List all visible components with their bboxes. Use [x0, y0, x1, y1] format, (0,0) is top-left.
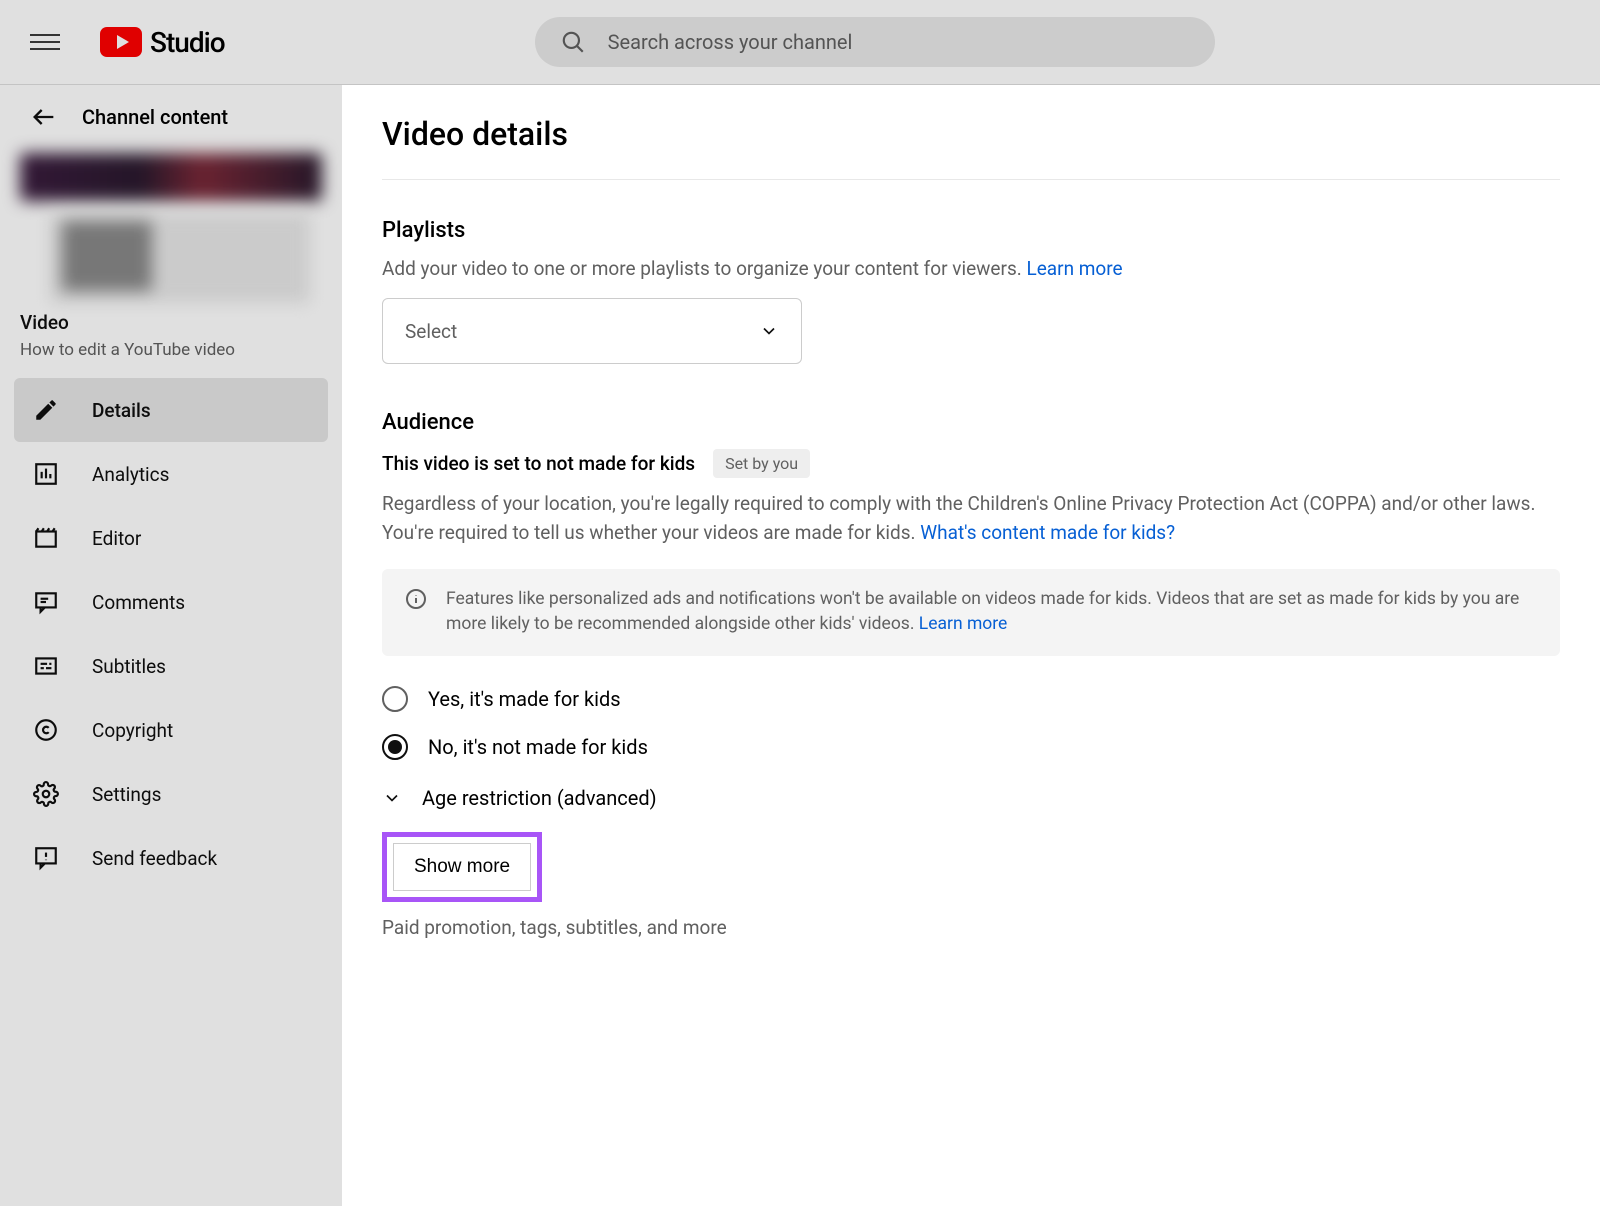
info-icon	[404, 587, 428, 611]
audience-status: This video is set to not made for kids	[382, 452, 695, 475]
sidebar-item-label: Settings	[92, 783, 161, 806]
youtube-play-icon	[100, 27, 142, 57]
sidebar-item-label: Subtitles	[92, 655, 166, 678]
info-learn-link[interactable]: Learn more	[919, 614, 1008, 634]
channel-banner-blur	[20, 153, 322, 201]
page-title: Video details	[382, 115, 1560, 180]
playlists-desc: Add your video to one or more playlists …	[382, 257, 1560, 280]
back-row[interactable]: Channel content	[0, 103, 342, 153]
sidebar-nav: Details Analytics Editor Comments Subtit…	[0, 378, 342, 890]
sidebar-item-label: Send feedback	[92, 847, 217, 870]
audience-desc: Regardless of your location, you're lega…	[382, 490, 1560, 547]
playlists-select[interactable]: Select	[382, 298, 802, 364]
sidebar-item-label: Analytics	[92, 463, 169, 486]
sidebar-item-analytics[interactable]: Analytics	[0, 442, 342, 506]
search-input[interactable]: Search across your channel	[535, 17, 1215, 67]
header: Studio Search across your channel	[0, 0, 1600, 85]
radio-yes-kids[interactable]: Yes, it's made for kids	[382, 686, 1560, 712]
sidebar-item-feedback[interactable]: Send feedback	[0, 826, 342, 890]
radio-no-kids[interactable]: No, it's not made for kids	[382, 734, 1560, 760]
sidebar-item-label: Comments	[92, 591, 185, 614]
age-restriction-label: Age restriction (advanced)	[422, 786, 657, 810]
comments-icon	[30, 586, 62, 618]
playlists-learn-link[interactable]: Learn more	[1026, 257, 1122, 280]
sidebar-item-copyright[interactable]: Copyright	[0, 698, 342, 762]
chevron-down-icon	[759, 321, 779, 341]
radio-label: Yes, it's made for kids	[428, 687, 621, 711]
select-label: Select	[405, 320, 457, 343]
set-by-you-badge: Set by you	[713, 449, 810, 478]
sidebar-item-details[interactable]: Details	[14, 378, 328, 442]
gear-icon	[30, 778, 62, 810]
video-your-label: Video	[20, 311, 322, 334]
age-restriction-toggle[interactable]: Age restriction (advanced)	[382, 786, 1560, 810]
audience-kids-link[interactable]: What's content made for kids?	[920, 521, 1175, 544]
radio-icon	[382, 686, 408, 712]
search-placeholder: Search across your channel	[608, 30, 853, 54]
audience-info-box: Features like personalized ads and notif…	[382, 569, 1560, 656]
audience-header: Audience	[382, 410, 1560, 435]
sidebar: Channel content Video How to edit a YouT…	[0, 85, 342, 1206]
back-arrow-icon	[30, 103, 58, 131]
sidebar-item-label: Copyright	[92, 719, 173, 742]
subtitles-icon	[30, 650, 62, 682]
playlists-header: Playlists	[382, 218, 1560, 243]
main-content: Video details Playlists Add your video t…	[342, 85, 1600, 1206]
copyright-icon	[30, 714, 62, 746]
show-more-highlight: Show more	[382, 832, 542, 902]
pencil-icon	[30, 394, 62, 426]
sidebar-item-subtitles[interactable]: Subtitles	[0, 634, 342, 698]
search-icon	[560, 29, 586, 55]
radio-label: No, it's not made for kids	[428, 735, 648, 759]
studio-logo[interactable]: Studio	[100, 26, 225, 59]
chevron-down-icon	[382, 788, 402, 808]
menu-button[interactable]	[30, 27, 60, 57]
sidebar-item-label: Details	[92, 399, 151, 422]
sidebar-item-settings[interactable]: Settings	[0, 762, 342, 826]
show-more-button[interactable]: Show more	[393, 843, 531, 891]
show-more-subtitle: Paid promotion, tags, subtitles, and mor…	[382, 916, 1560, 939]
sidebar-item-comments[interactable]: Comments	[0, 570, 342, 634]
analytics-icon	[30, 458, 62, 490]
editor-icon	[30, 522, 62, 554]
back-title: Channel content	[82, 105, 228, 129]
sidebar-item-label: Editor	[92, 527, 141, 550]
video-title: How to edit a YouTube video	[20, 340, 322, 360]
radio-icon-selected	[382, 734, 408, 760]
logo-text: Studio	[150, 26, 225, 59]
sidebar-item-editor[interactable]: Editor	[0, 506, 342, 570]
feedback-icon	[30, 842, 62, 874]
video-thumbnail-blur	[50, 213, 310, 303]
